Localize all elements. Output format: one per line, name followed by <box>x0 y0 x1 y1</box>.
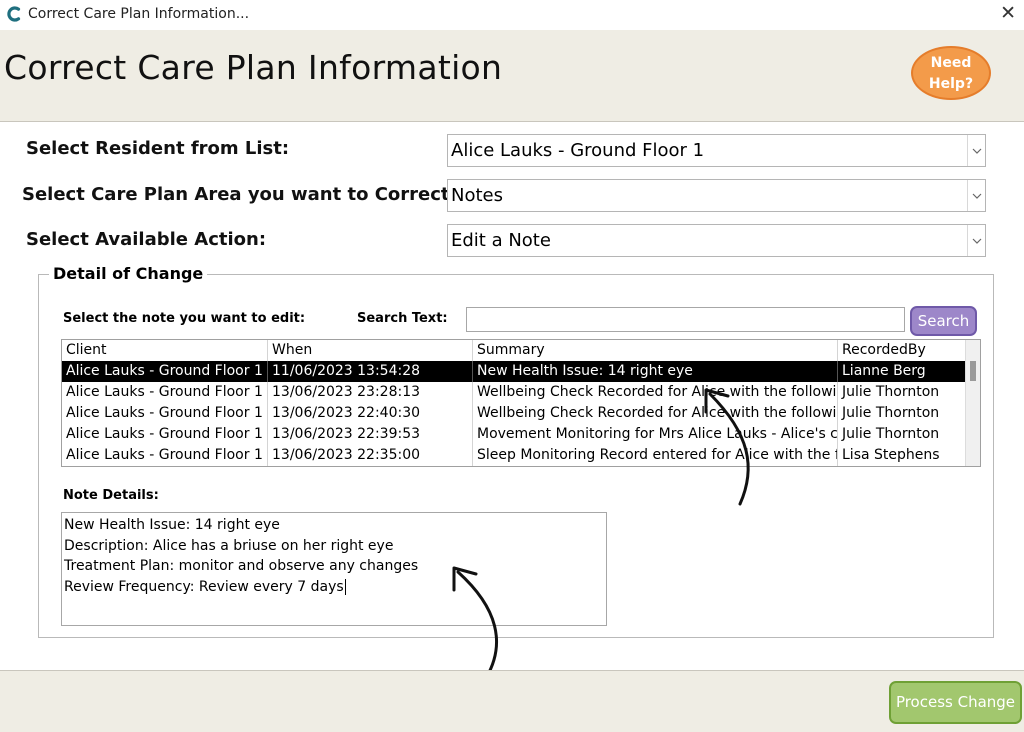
search-button[interactable]: Search <box>910 306 977 336</box>
note-line-last: Review Frequency: Review every 7 days <box>64 577 604 598</box>
cell-when: 11/06/2023 13:54:28 <box>268 361 473 382</box>
chevron-down-icon[interactable] <box>967 135 985 166</box>
available-action-label: Select Available Action: <box>26 229 267 250</box>
care-plan-area-label: Select Care Plan Area you want to Correc… <box>22 184 457 205</box>
column-header-client[interactable]: Client <box>62 340 268 361</box>
page-title: Correct Care Plan Information <box>4 48 503 87</box>
column-header-recorded-by[interactable]: RecordedBy <box>838 340 965 361</box>
page-footer: Process Change <box>0 670 1024 732</box>
process-change-button[interactable]: Process Change <box>889 681 1022 724</box>
resident-select[interactable]: Alice Lauks - Ground Floor 1 <box>447 134 986 167</box>
note-line: Description: Alice has a briuse on her r… <box>64 537 394 554</box>
text-caret <box>344 578 346 595</box>
note-line: Treatment Plan: monitor and observe any … <box>64 558 419 574</box>
note-details-label: Note Details: <box>63 488 159 503</box>
close-icon[interactable]: ✕ <box>1000 2 1016 24</box>
cell-recorded-by: Julie Thornton <box>842 405 940 421</box>
notes-grid[interactable]: Client When Summary RecordedBy Alice Lau… <box>61 339 981 467</box>
select-note-label: Select the note you want to edit: <box>63 311 306 326</box>
grid-header-row: Client When Summary RecordedBy <box>62 340 965 361</box>
available-action-select[interactable]: Edit a Note <box>447 224 986 257</box>
search-text-label: Search Text: <box>357 311 448 326</box>
cell-summary: New Health Issue: 14 right eye <box>473 361 838 382</box>
help-line-1: Need <box>930 55 972 71</box>
cell-client: Alice Lauks - Ground Floor 1 <box>62 361 268 382</box>
grid-scrollbar-thumb[interactable] <box>970 361 976 381</box>
chevron-down-icon[interactable] <box>967 180 985 211</box>
table-row[interactable]: Alice Lauks - Ground Floor 1 13/06/2023 … <box>62 424 965 445</box>
cell-summary: Wellbeing Check Recorded for Alice with … <box>473 403 838 424</box>
cell-client: Alice Lauks - Ground Floor 1 <box>62 445 268 466</box>
table-row[interactable]: Alice Lauks - Ground Floor 1 13/06/2023 … <box>62 445 965 466</box>
table-row[interactable]: Alice Lauks - Ground Floor 1 13/06/2023 … <box>62 382 965 403</box>
cell-recorded-by: Lisa Stephens <box>842 447 940 463</box>
cell-client: Alice Lauks - Ground Floor 1 <box>62 424 268 445</box>
cell-when: 13/06/2023 22:39:53 <box>268 424 473 445</box>
note-line: New Health Issue: 14 right eye <box>64 517 280 533</box>
cell-summary: Sleep Monitoring Record entered for Alic… <box>473 445 838 466</box>
note-details-textarea[interactable]: New Health Issue: 14 right eye Descripti… <box>61 512 607 626</box>
window-titlebar: Correct Care Plan Information... ✕ <box>0 0 1024 30</box>
cell-recorded-by: Lianne Berg <box>842 363 926 379</box>
window-title: Correct Care Plan Information... <box>28 6 250 22</box>
search-input[interactable] <box>466 307 905 332</box>
cell-client: Alice Lauks - Ground Floor 1 <box>62 403 268 424</box>
help-line-2: Help? <box>928 76 974 92</box>
note-line-text: Review Frequency: Review every 7 days <box>64 578 344 595</box>
app-logo-icon <box>7 6 21 22</box>
need-help-button[interactable]: Need Help? <box>911 46 991 100</box>
available-action-value: Edit a Note <box>451 230 551 251</box>
grid-scrollbar[interactable] <box>965 340 980 466</box>
resident-label: Select Resident from List: <box>26 138 290 159</box>
care-plan-area-select[interactable]: Notes <box>447 179 986 212</box>
cell-when: 13/06/2023 22:35:00 <box>268 445 473 466</box>
table-row[interactable]: Alice Lauks - Ground Floor 1 13/06/2023 … <box>62 403 965 424</box>
table-row[interactable]: Alice Lauks - Ground Floor 1 11/06/2023 … <box>62 361 965 382</box>
cell-when: 13/06/2023 22:40:30 <box>268 403 473 424</box>
column-header-when[interactable]: When <box>268 340 473 361</box>
care-plan-area-value: Notes <box>451 185 503 206</box>
cell-client: Alice Lauks - Ground Floor 1 <box>62 382 268 403</box>
cell-summary: Wellbeing Check Recorded for Alice with … <box>473 382 838 403</box>
resident-select-value: Alice Lauks - Ground Floor 1 <box>451 140 705 161</box>
detail-of-change-legend: Detail of Change <box>49 264 208 283</box>
column-header-summary[interactable]: Summary <box>473 340 838 361</box>
cell-recorded-by: Julie Thornton <box>842 426 940 442</box>
chevron-down-icon[interactable] <box>967 225 985 256</box>
page-header: Correct Care Plan Information Need Help? <box>0 30 1024 122</box>
cell-when: 13/06/2023 23:28:13 <box>268 382 473 403</box>
cell-recorded-by: Julie Thornton <box>842 384 940 400</box>
cell-summary: Movement Monitoring for Mrs Alice Lauks … <box>473 424 838 445</box>
